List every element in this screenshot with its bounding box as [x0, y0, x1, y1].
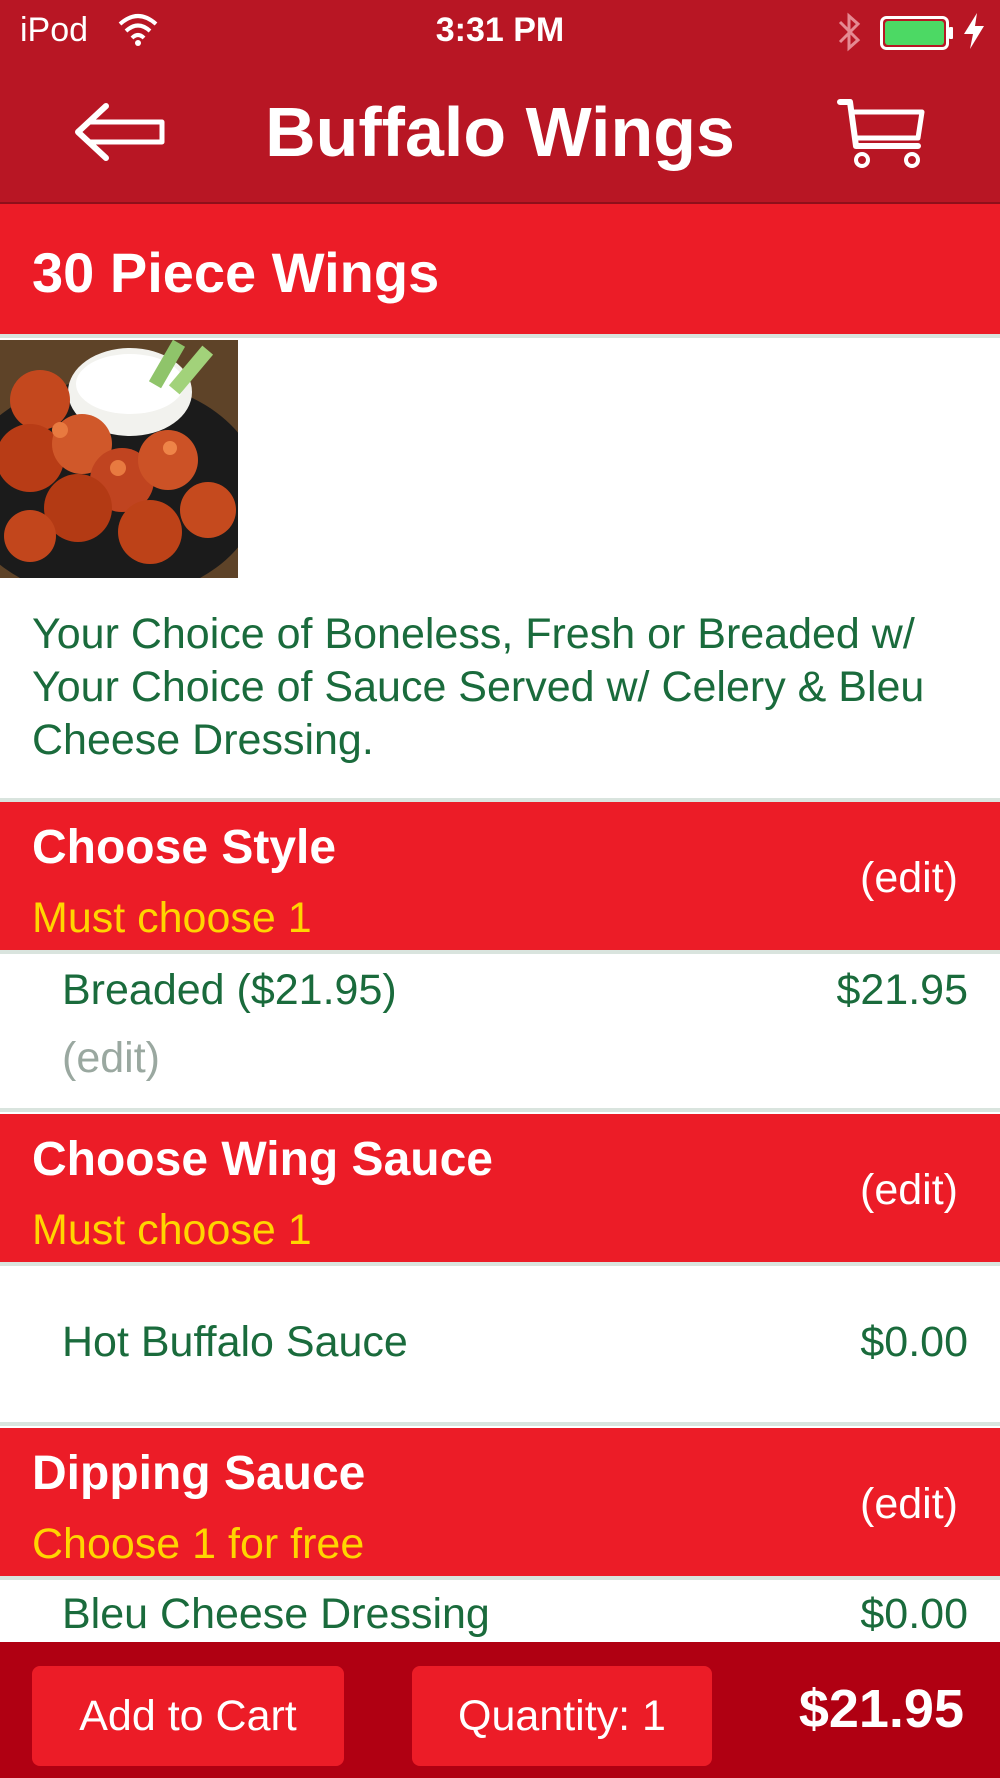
option-name: Hot Buffalo Sauce — [62, 1318, 408, 1366]
buffalo-wings-photo — [0, 340, 238, 578]
add-to-cart-button[interactable]: Add to Cart — [32, 1666, 344, 1766]
item-photo — [0, 340, 238, 578]
section-title: Dipping Sauce — [32, 1447, 366, 1500]
section-requirement: Must choose 1 — [32, 1206, 312, 1254]
option-price: $0.00 — [860, 1318, 968, 1366]
section-choose-style: Choose Style Must choose 1 (edit) — [0, 802, 1000, 950]
section-edit-link[interactable]: (edit) — [860, 854, 958, 903]
option-name: Breaded ($21.95) — [62, 966, 397, 1014]
item-header: 30 Piece Wings — [0, 204, 1000, 334]
section-choose-wing-sauce: Choose Wing Sauce Must choose 1 (edit) — [0, 1114, 1000, 1262]
divider — [0, 1576, 1000, 1580]
divider — [0, 334, 1000, 338]
option-edit-link[interactable]: (edit) — [62, 1034, 160, 1083]
quantity-button[interactable]: Quantity: 1 — [412, 1666, 712, 1766]
option-name: Bleu Cheese Dressing — [62, 1590, 490, 1638]
divider — [0, 1262, 1000, 1266]
page-title: Buffalo Wings — [265, 93, 735, 171]
charging-icon — [964, 13, 984, 49]
section-edit-link[interactable]: (edit) — [860, 1480, 958, 1529]
back-arrow-icon[interactable] — [72, 100, 168, 164]
divider — [0, 950, 1000, 954]
option-price: $0.00 — [860, 1590, 968, 1638]
cart-icon[interactable] — [834, 96, 930, 170]
section-requirement: Must choose 1 — [32, 894, 312, 942]
section-edit-link[interactable]: (edit) — [860, 1166, 958, 1215]
navigation-bar: Buffalo Wings — [0, 62, 1000, 204]
section-dipping-sauce: Dipping Sauce Choose 1 for free (edit) — [0, 1428, 1000, 1576]
divider — [0, 1422, 1000, 1426]
bottom-bar: Add to Cart Quantity: 1 $21.95 — [0, 1642, 1000, 1778]
divider — [0, 1108, 1000, 1112]
total-price: $21.95 — [798, 1679, 964, 1739]
section-requirement: Choose 1 for free — [32, 1520, 365, 1568]
status-bar: iPod 3:31 PM — [0, 0, 1000, 62]
section-title: Choose Wing Sauce — [32, 1133, 493, 1186]
bluetooth-icon — [838, 12, 861, 52]
section-title: Choose Style — [32, 821, 337, 874]
item-description: Your Choice of Boneless, Fresh or Breade… — [32, 610, 925, 764]
battery-icon — [880, 16, 953, 50]
item-name: 30 Piece Wings — [32, 241, 440, 304]
option-price: $21.95 — [836, 966, 968, 1014]
